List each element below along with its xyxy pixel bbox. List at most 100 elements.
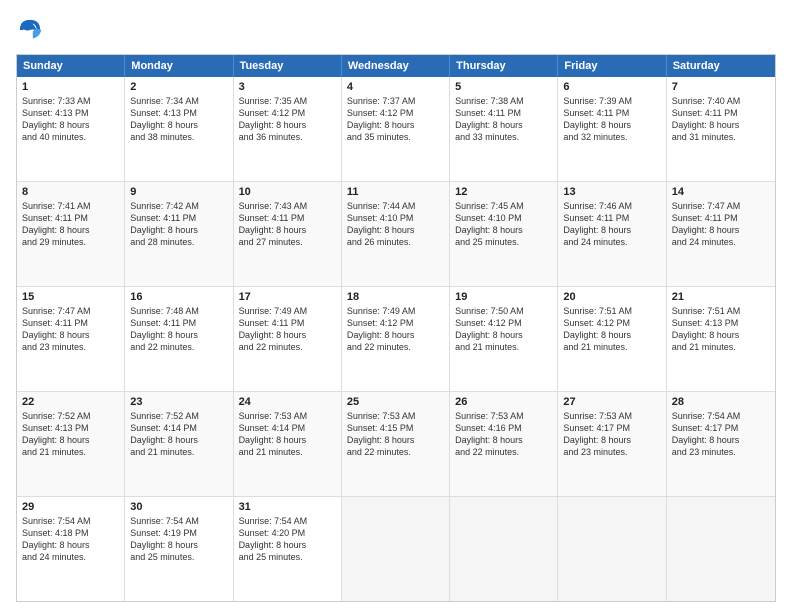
cell-info: Sunrise: 7:38 AMSunset: 4:11 PMDaylight:… bbox=[455, 95, 552, 144]
cell-info: Sunrise: 7:52 AMSunset: 4:14 PMDaylight:… bbox=[130, 410, 227, 459]
calendar-header: SundayMondayTuesdayWednesdayThursdayFrid… bbox=[17, 55, 775, 77]
day-cell-31: 31 Sunrise: 7:54 AMSunset: 4:20 PMDayligh… bbox=[234, 497, 342, 601]
cell-info: Sunrise: 7:50 AMSunset: 4:12 PMDaylight:… bbox=[455, 305, 552, 354]
header bbox=[16, 16, 776, 44]
calendar-week-2: 8Sunrise: 7:41 AMSunset: 4:11 PMDaylight… bbox=[17, 181, 775, 286]
day-cell-13: 13 Sunrise: 7:46 AMSunset: 4:11 PMDayligh… bbox=[558, 182, 666, 286]
cell-info: Sunrise: 7:49 AMSunset: 4:12 PMDaylight:… bbox=[347, 305, 444, 354]
day-number: 21 bbox=[672, 291, 770, 303]
day-number: 20 bbox=[563, 291, 660, 303]
day-number: 27 bbox=[563, 396, 660, 408]
calendar-week-1: 1Sunrise: 7:33 AMSunset: 4:13 PMDaylight… bbox=[17, 77, 775, 181]
cell-info: Sunrise: 7:52 AMSunset: 4:13 PMDaylight:… bbox=[22, 410, 119, 459]
day-number: 17 bbox=[239, 291, 336, 303]
day-header-tuesday: Tuesday bbox=[234, 55, 342, 77]
day-cell-6: 6 Sunrise: 7:39 AMSunset: 4:11 PMDaylight… bbox=[558, 77, 666, 181]
empty-cell bbox=[558, 497, 666, 601]
day-number: 22 bbox=[22, 396, 119, 408]
day-number: 18 bbox=[347, 291, 444, 303]
cell-info: Sunrise: 7:53 AMSunset: 4:17 PMDaylight:… bbox=[563, 410, 660, 459]
cell-info: Sunrise: 7:47 AMSunset: 4:11 PMDaylight:… bbox=[22, 305, 119, 354]
day-cell-3: 3 Sunrise: 7:35 AMSunset: 4:12 PMDaylight… bbox=[234, 77, 342, 181]
empty-cell bbox=[342, 497, 450, 601]
day-cell-29: 29Sunrise: 7:54 AMSunset: 4:18 PMDayligh… bbox=[17, 497, 125, 601]
day-cell-23: 23 Sunrise: 7:52 AMSunset: 4:14 PMDayligh… bbox=[125, 392, 233, 496]
day-cell-30: 30Sunrise: 7:54 AMSunset: 4:19 PMDayligh… bbox=[125, 497, 233, 601]
day-header-wednesday: Wednesday bbox=[342, 55, 450, 77]
cell-info: Sunrise: 7:45 AMSunset: 4:10 PMDaylight:… bbox=[455, 200, 552, 249]
day-cell-4: 4 Sunrise: 7:37 AMSunset: 4:12 PMDaylight… bbox=[342, 77, 450, 181]
cell-info: Sunrise: 7:35 AMSunset: 4:12 PMDaylight:… bbox=[239, 95, 336, 144]
day-number: 30 bbox=[130, 501, 227, 513]
day-cell-24: 24Sunrise: 7:53 AMSunset: 4:14 PMDayligh… bbox=[234, 392, 342, 496]
day-cell-8: 8Sunrise: 7:41 AMSunset: 4:11 PMDaylight… bbox=[17, 182, 125, 286]
cell-info: Sunrise: 7:54 AMSunset: 4:17 PMDaylight:… bbox=[672, 410, 770, 459]
day-number: 23 bbox=[130, 396, 227, 408]
day-cell-17: 17 Sunrise: 7:49 AMSunset: 4:11 PMDayligh… bbox=[234, 287, 342, 391]
day-cell-14: 14 Sunrise: 7:47 AMSunset: 4:11 PMDayligh… bbox=[667, 182, 775, 286]
day-number: 15 bbox=[22, 291, 119, 303]
page: SundayMondayTuesdayWednesdayThursdayFrid… bbox=[0, 0, 792, 612]
day-cell-18: 18 Sunrise: 7:49 AMSunset: 4:12 PMDayligh… bbox=[342, 287, 450, 391]
day-header-friday: Friday bbox=[558, 55, 666, 77]
cell-info: Sunrise: 7:53 AMSunset: 4:16 PMDaylight:… bbox=[455, 410, 552, 459]
day-number: 26 bbox=[455, 396, 552, 408]
calendar-body: 1Sunrise: 7:33 AMSunset: 4:13 PMDaylight… bbox=[17, 77, 775, 601]
empty-cell bbox=[667, 497, 775, 601]
calendar-week-4: 22 Sunrise: 7:52 AMSunset: 4:13 PMDayligh… bbox=[17, 391, 775, 496]
day-number: 16 bbox=[130, 291, 227, 303]
cell-info: Sunrise: 7:40 AMSunset: 4:11 PMDaylight:… bbox=[672, 95, 770, 144]
cell-info: Sunrise: 7:47 AMSunset: 4:11 PMDaylight:… bbox=[672, 200, 770, 249]
day-number: 9 bbox=[130, 186, 227, 198]
calendar-week-5: 29Sunrise: 7:54 AMSunset: 4:18 PMDayligh… bbox=[17, 496, 775, 601]
day-cell-28: 28 Sunrise: 7:54 AMSunset: 4:17 PMDayligh… bbox=[667, 392, 775, 496]
day-cell-25: 25 Sunrise: 7:53 AMSunset: 4:15 PMDayligh… bbox=[342, 392, 450, 496]
day-cell-1: 1Sunrise: 7:33 AMSunset: 4:13 PMDaylight… bbox=[17, 77, 125, 181]
cell-info: Sunrise: 7:37 AMSunset: 4:12 PMDaylight:… bbox=[347, 95, 444, 144]
day-number: 13 bbox=[563, 186, 660, 198]
day-cell-11: 11 Sunrise: 7:44 AMSunset: 4:10 PMDayligh… bbox=[342, 182, 450, 286]
empty-cell bbox=[450, 497, 558, 601]
day-cell-5: 5 Sunrise: 7:38 AMSunset: 4:11 PMDaylight… bbox=[450, 77, 558, 181]
day-number: 7 bbox=[672, 81, 770, 93]
day-number: 24 bbox=[239, 396, 336, 408]
day-number: 1 bbox=[22, 81, 119, 93]
cell-info: Sunrise: 7:41 AMSunset: 4:11 PMDaylight:… bbox=[22, 200, 119, 249]
day-cell-10: 10Sunrise: 7:43 AMSunset: 4:11 PMDayligh… bbox=[234, 182, 342, 286]
day-cell-7: 7 Sunrise: 7:40 AMSunset: 4:11 PMDaylight… bbox=[667, 77, 775, 181]
day-cell-15: 15 Sunrise: 7:47 AMSunset: 4:11 PMDayligh… bbox=[17, 287, 125, 391]
day-number: 4 bbox=[347, 81, 444, 93]
day-cell-22: 22 Sunrise: 7:52 AMSunset: 4:13 PMDayligh… bbox=[17, 392, 125, 496]
cell-info: Sunrise: 7:54 AMSunset: 4:20 PMDaylight:… bbox=[239, 515, 336, 564]
day-number: 5 bbox=[455, 81, 552, 93]
day-cell-16: 16 Sunrise: 7:48 AMSunset: 4:11 PMDayligh… bbox=[125, 287, 233, 391]
day-number: 25 bbox=[347, 396, 444, 408]
cell-info: Sunrise: 7:46 AMSunset: 4:11 PMDaylight:… bbox=[563, 200, 660, 249]
day-number: 14 bbox=[672, 186, 770, 198]
day-number: 31 bbox=[239, 501, 336, 513]
calendar: SundayMondayTuesdayWednesdayThursdayFrid… bbox=[16, 54, 776, 602]
day-number: 28 bbox=[672, 396, 770, 408]
logo bbox=[16, 16, 48, 44]
cell-info: Sunrise: 7:53 AMSunset: 4:15 PMDaylight:… bbox=[347, 410, 444, 459]
day-number: 3 bbox=[239, 81, 336, 93]
day-header-sunday: Sunday bbox=[17, 55, 125, 77]
cell-info: Sunrise: 7:39 AMSunset: 4:11 PMDaylight:… bbox=[563, 95, 660, 144]
day-cell-21: 21 Sunrise: 7:51 AMSunset: 4:13 PMDayligh… bbox=[667, 287, 775, 391]
day-header-thursday: Thursday bbox=[450, 55, 558, 77]
cell-info: Sunrise: 7:54 AMSunset: 4:18 PMDaylight:… bbox=[22, 515, 119, 564]
cell-info: Sunrise: 7:44 AMSunset: 4:10 PMDaylight:… bbox=[347, 200, 444, 249]
day-cell-26: 26 Sunrise: 7:53 AMSunset: 4:16 PMDayligh… bbox=[450, 392, 558, 496]
cell-info: Sunrise: 7:34 AMSunset: 4:13 PMDaylight:… bbox=[130, 95, 227, 144]
cell-info: Sunrise: 7:49 AMSunset: 4:11 PMDaylight:… bbox=[239, 305, 336, 354]
day-number: 6 bbox=[563, 81, 660, 93]
day-number: 19 bbox=[455, 291, 552, 303]
day-number: 10 bbox=[239, 186, 336, 198]
day-cell-12: 12Sunrise: 7:45 AMSunset: 4:10 PMDayligh… bbox=[450, 182, 558, 286]
cell-info: Sunrise: 7:51 AMSunset: 4:13 PMDaylight:… bbox=[672, 305, 770, 354]
day-cell-2: 2Sunrise: 7:34 AMSunset: 4:13 PMDaylight… bbox=[125, 77, 233, 181]
day-header-monday: Monday bbox=[125, 55, 233, 77]
day-cell-9: 9Sunrise: 7:42 AMSunset: 4:11 PMDaylight… bbox=[125, 182, 233, 286]
cell-info: Sunrise: 7:48 AMSunset: 4:11 PMDaylight:… bbox=[130, 305, 227, 354]
day-number: 11 bbox=[347, 186, 444, 198]
